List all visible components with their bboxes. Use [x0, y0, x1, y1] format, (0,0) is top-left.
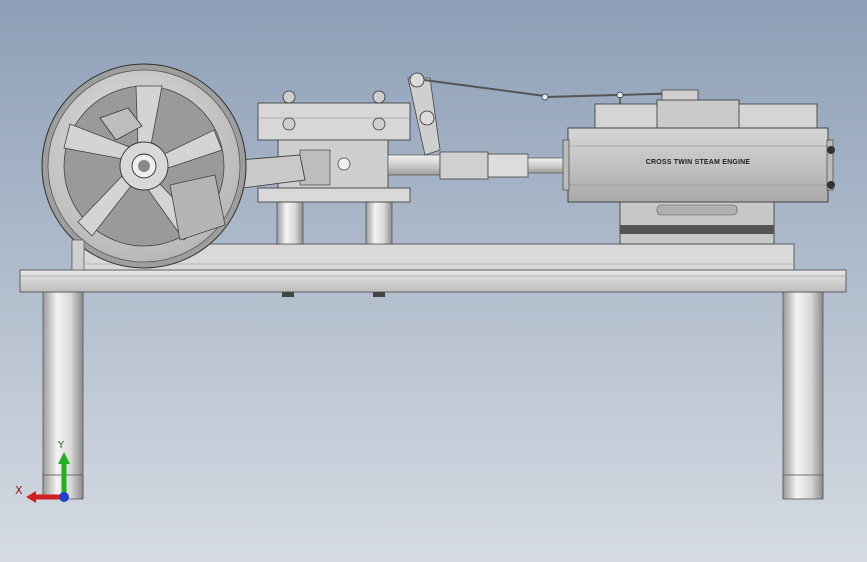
flywheel: [41, 63, 247, 269]
cad-viewport[interactable]: CROSS TWIN STEAM ENGINE X Y: [0, 0, 867, 562]
triad-z-axis: [59, 492, 69, 502]
cylinder-support: [619, 201, 775, 245]
cylinder-label: CROSS TWIN STEAM ENGINE: [645, 159, 751, 166]
triad-x-label: X: [15, 484, 23, 497]
steam-cylinder: [562, 89, 835, 203]
triad-y-label: Y: [58, 440, 65, 451]
steam-engine-model[interactable]: [0, 0, 867, 562]
crosshead-guide: [257, 90, 411, 203]
